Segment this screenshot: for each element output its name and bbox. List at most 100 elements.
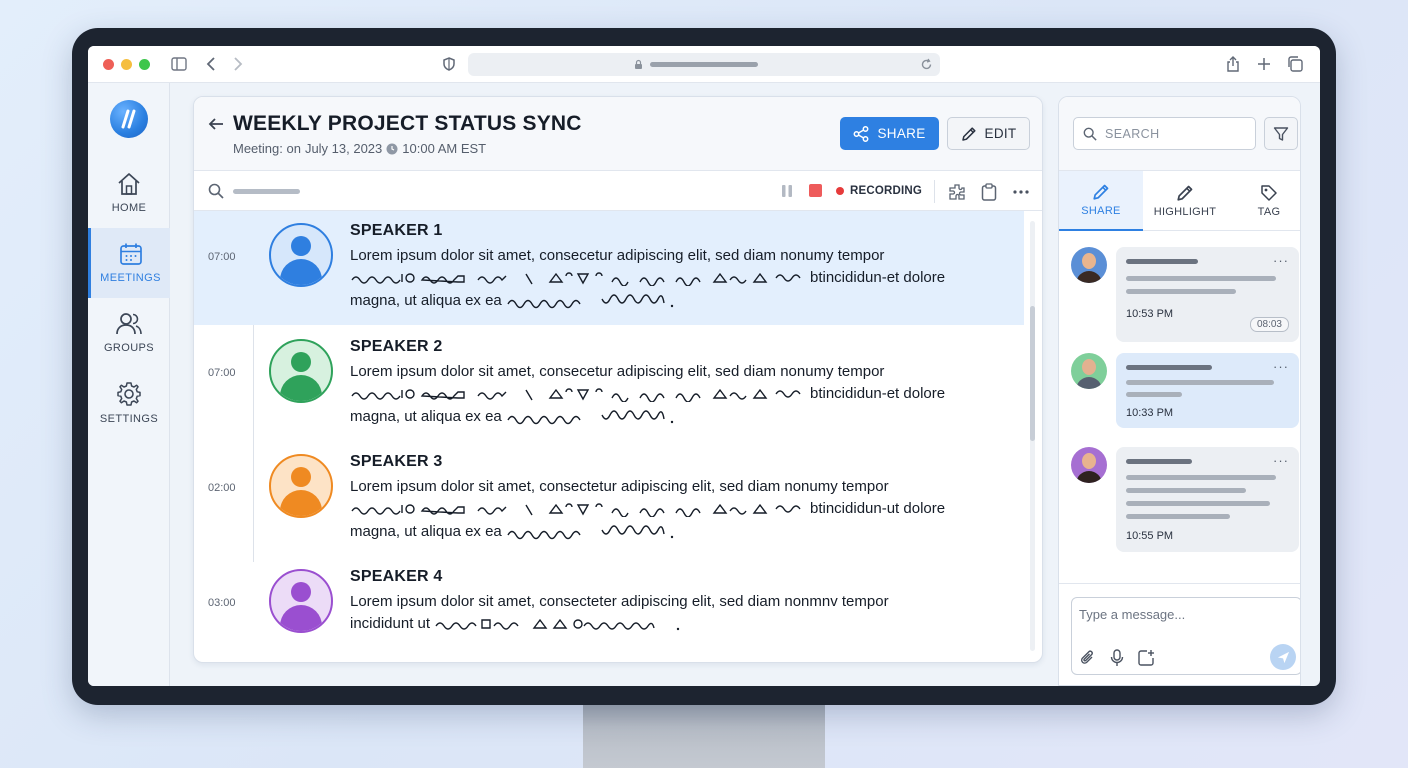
more-options-icon[interactable]: ··· [1273, 359, 1289, 374]
reload-icon[interactable] [920, 58, 933, 71]
avatar [269, 223, 333, 287]
scribble-text-icon [351, 502, 801, 517]
transcript-toolbar: RECORDING [194, 172, 1042, 211]
search-placeholder: SEARCH [1105, 126, 1160, 141]
comment-bubble[interactable]: ··· 10:53 PM 08:03 [1116, 247, 1299, 342]
transcript-search-field[interactable] [233, 189, 300, 194]
share-button[interactable]: SHARE [840, 117, 939, 150]
transcript-text-scribble: btincididun-et dolore [350, 269, 945, 286]
puzzle-icon[interactable] [947, 182, 967, 202]
comment-time: 10:55 PM [1126, 530, 1174, 542]
home-icon [118, 173, 140, 195]
comment-item[interactable]: ··· 10:53 PM 08:03 [1059, 247, 1300, 342]
speaker-name: SPEAKER 3 [350, 453, 443, 470]
filter-button[interactable] [1264, 117, 1298, 150]
add-media-icon[interactable] [1136, 648, 1156, 668]
transcript-text-end: magna, ut aliqua ex ea [350, 292, 676, 309]
maximize-window-button[interactable] [139, 59, 150, 70]
scrollbar-thumb[interactable] [1030, 306, 1035, 441]
edit-button-label: EDIT [984, 126, 1017, 141]
url-bar[interactable] [468, 53, 940, 76]
transcript-text: Lorem ipsum dolor sit amet, consecetur a… [350, 363, 885, 380]
tab-highlight[interactable]: HIGHLIGHT [1143, 171, 1227, 231]
share-icon [854, 125, 869, 142]
tab-label: HIGHLIGHT [1153, 206, 1217, 218]
sidebar-item-label: GROUPS [103, 342, 155, 354]
meeting-time: 10:00 AM EST [402, 141, 487, 156]
transcript-text-tail: btincididun-et dolore [810, 269, 946, 286]
panel-header: SEARCH [1059, 97, 1300, 171]
tab-tag[interactable]: TAG [1227, 171, 1300, 231]
more-options-icon[interactable] [1011, 182, 1031, 202]
speaker-name: SPEAKER 1 [350, 222, 443, 239]
send-button[interactable] [1270, 644, 1296, 670]
new-tab-icon[interactable] [1254, 54, 1274, 74]
sidebar-item-settings[interactable]: SETTINGS [88, 368, 170, 438]
avatar [1071, 353, 1107, 389]
microphone-icon[interactable] [1107, 648, 1127, 668]
entry-timestamp: 02:00 [208, 482, 236, 494]
pause-icon[interactable] [780, 184, 794, 198]
comment-bubble[interactable]: ··· 10:55 PM [1116, 447, 1299, 552]
more-options-icon[interactable]: ··· [1273, 453, 1289, 468]
message-input[interactable]: Type a message... [1071, 597, 1300, 675]
toolbar-divider [934, 180, 935, 203]
transcript-entry[interactable]: 02:00 SPEAKER 3 Lorem ipsum dolor sit am… [194, 442, 1024, 556]
avatar [269, 339, 333, 403]
close-window-button[interactable] [103, 59, 114, 70]
clock-icon [386, 143, 398, 154]
tabs-overview-icon[interactable] [1285, 54, 1305, 74]
back-nav-icon[interactable] [201, 54, 221, 74]
avatar [269, 454, 333, 518]
calendar-icon [119, 243, 142, 265]
transcript-text: Lorem ipsum dolor sit amet, consectetur … [350, 478, 889, 495]
attachment-icon[interactable] [1078, 648, 1098, 668]
lock-icon [635, 59, 642, 69]
highlight-pen-icon [1177, 185, 1193, 201]
monitor-stand [583, 700, 825, 768]
forward-nav-icon[interactable] [228, 54, 248, 74]
transcript-text-start: magna, ut aliqua ex ea [350, 523, 502, 540]
users-icon [116, 313, 142, 335]
comment-time: 10:33 PM [1126, 407, 1174, 419]
tab-label: SHARE [1081, 205, 1121, 217]
entry-timestamp: 07:00 [208, 251, 236, 263]
comment-item[interactable]: ··· 10:55 PM [1059, 447, 1300, 552]
scribble-text-icon [351, 387, 801, 402]
meeting-panel: WEEKLY PROJECT STATUS SYNC Meeting: on J… [193, 96, 1043, 663]
transcript-text-tail: btincididun-et dolore [810, 385, 946, 402]
transcript-entry[interactable]: 07:00 SPEAKER 2 Lorem ipsum dolor sit am… [194, 327, 1024, 441]
stop-icon[interactable] [809, 184, 822, 197]
comment-bubble[interactable]: ··· 10:33 PM [1116, 353, 1299, 428]
transcript-text: Lorem ipsum dolor sit amet, consecteter … [350, 593, 889, 610]
tab-share[interactable]: SHARE [1059, 171, 1143, 231]
page-title: WEEKLY PROJECT STATUS SYNC [233, 112, 582, 135]
scribble-text-icon [507, 524, 673, 539]
back-arrow-icon[interactable] [206, 114, 226, 134]
transcript-scrollbar[interactable] [1030, 221, 1035, 651]
more-options-icon[interactable]: ··· [1273, 253, 1289, 268]
share-browser-icon[interactable] [1223, 54, 1243, 74]
message-placeholder: Type a message... [1079, 607, 1186, 622]
comment-item[interactable]: ··· 10:33 PM [1059, 353, 1300, 428]
panel-divider [1059, 583, 1300, 584]
edit-button[interactable]: EDIT [947, 117, 1030, 150]
tag-icon [1261, 185, 1277, 201]
meeting-header: WEEKLY PROJECT STATUS SYNC Meeting: on J… [194, 97, 1042, 171]
filter-icon [1273, 126, 1289, 141]
speaker-name: SPEAKER 4 [350, 568, 443, 585]
transcript-entry[interactable]: 03:00 SPEAKER 4 Lorem ipsum dolor sit am… [194, 557, 1024, 662]
transcript-text-start: magna, ut aliqua ex ea [350, 292, 502, 309]
clipboard-icon[interactable] [979, 182, 999, 202]
sidebar-item-groups[interactable]: GROUPS [88, 298, 170, 368]
app-logo[interactable] [110, 100, 148, 138]
search-icon[interactable] [208, 183, 224, 199]
meeting-date: July 13, 2023 [304, 141, 383, 156]
sidebar-toggle-icon[interactable] [169, 54, 189, 74]
recording-indicator: RECORDING [836, 185, 922, 197]
sidebar-item-home[interactable]: HOME [88, 158, 170, 228]
sidebar-item-meetings[interactable]: MEETINGS [88, 228, 170, 298]
transcript-entry[interactable]: 07:00 SPEAKER 1 Lorem ipsum dolor sit am… [194, 211, 1024, 325]
search-input[interactable]: SEARCH [1073, 117, 1256, 150]
minimize-window-button[interactable] [121, 59, 132, 70]
